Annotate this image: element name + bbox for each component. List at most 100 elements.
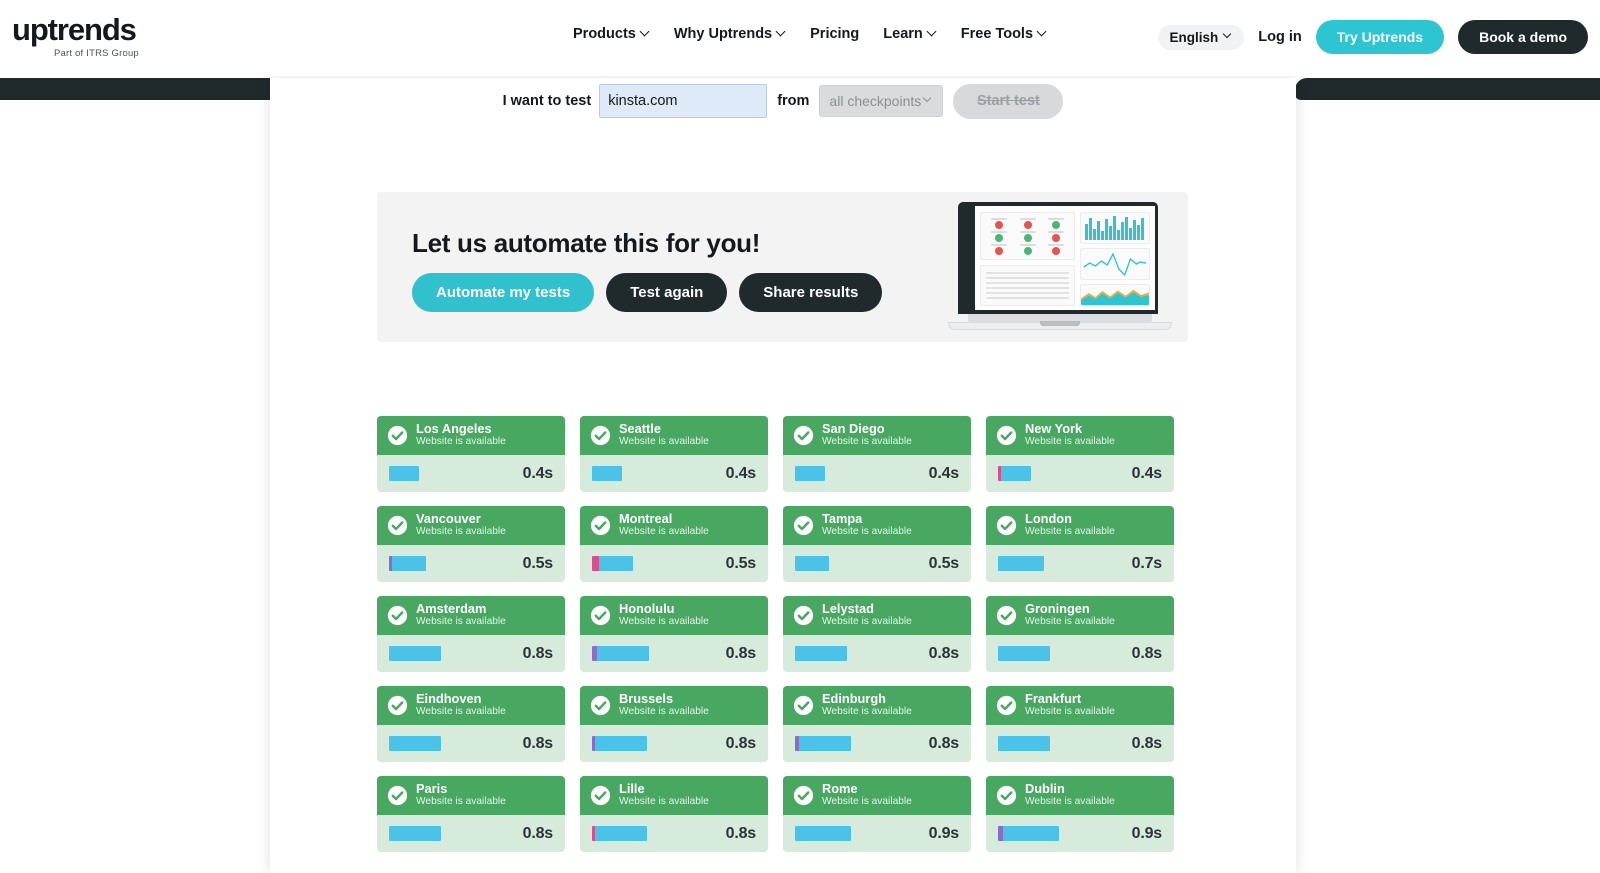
chevron-down-icon [1224,31,1233,40]
bar-segment-main [599,556,633,571]
checkpoint-card-header: Edinburgh Website is available [783,686,971,725]
checkpoint-card-header: San Diego Website is available [783,416,971,455]
checkpoint-city: Montreal [619,512,673,527]
checkpoint-card[interactable]: San Diego Website is available 0.4s [783,416,971,492]
logo-wordmark: uptrends [12,12,137,47]
check-circle-icon [996,605,1017,626]
checkpoint-select-value: all checkpoints [829,93,922,109]
checkpoint-card[interactable]: Paris Website is available 0.8s [377,776,565,852]
automate-my-tests-button[interactable]: Automate my tests [412,273,595,312]
checkpoint-status: Website is available [1025,436,1115,448]
load-time-value: 0.8s [928,644,960,662]
checkpoint-card-body: 0.8s [377,725,565,762]
chevron-down-icon [1038,28,1047,37]
nav-item-products[interactable]: Products [573,26,650,42]
checkpoint-card[interactable]: Edinburgh Website is available 0.8s [783,686,971,762]
load-time-value: 0.8s [725,734,757,752]
test-again-button[interactable]: Test again [606,273,728,312]
nav-label: Pricing [810,26,860,42]
check-circle-icon [793,785,814,806]
checkpoint-card[interactable]: Lelystad Website is available 0.8s [783,596,971,672]
area-chart-panel [1080,284,1150,306]
load-time-bar [592,466,622,481]
checkpoint-status: Website is available [1025,796,1115,808]
checkpoint-card-header: Groningen Website is available [986,596,1174,635]
checkpoint-card[interactable]: Eindhoven Website is available 0.8s [377,686,565,762]
check-circle-icon [590,695,611,716]
load-time-bar [795,466,825,481]
checkpoint-status: Website is available [416,616,506,628]
login-link[interactable]: Log in [1258,29,1302,45]
header-actions: English Log in Try Uptrends Book a demo [1158,20,1588,54]
url-input[interactable] [599,84,768,118]
load-time-bar [592,736,647,751]
try-uptrends-button[interactable]: Try Uptrends [1315,20,1445,54]
bar-segment-main [795,646,847,661]
load-time-bar [998,556,1044,571]
bar-segment-main [1001,466,1031,481]
bar-segment-main [998,556,1044,571]
nav-item-pricing[interactable]: Pricing [810,26,859,42]
checkpoint-city: Edinburgh [822,692,886,707]
start-test-button[interactable]: Start test [953,83,1064,119]
checkpoint-card-body: 0.5s [783,545,971,582]
checkpoint-city: London [1025,512,1072,527]
checkpoint-status: Website is available [822,436,912,448]
load-time-bar [998,466,1031,481]
checkpoint-city: Amsterdam [416,602,487,617]
checkpoint-card[interactable]: Brussels Website is available 0.8s [580,686,768,762]
checkpoint-card-body: 0.5s [377,545,565,582]
laptop-dashboard-illustration [942,198,1178,334]
checkpoint-card[interactable]: London Website is available 0.7s [986,506,1174,582]
book-demo-button[interactable]: Book a demo [1458,20,1588,54]
checkpoint-card[interactable]: Vancouver Website is available 0.5s [377,506,565,582]
load-time-bar [795,556,829,571]
checkpoint-card[interactable]: Dublin Website is available 0.9s [986,776,1174,852]
nav-item-free-tools[interactable]: Free Tools [961,26,1047,42]
checkpoint-card[interactable]: Frankfurt Website is available 0.8s [986,686,1174,762]
language-selector[interactable]: English [1158,24,1245,50]
checkpoint-city: Eindhoven [416,692,482,707]
checkpoint-card[interactable]: Rome Website is available 0.9s [783,776,971,852]
checkpoint-card[interactable]: New York Website is available 0.4s [986,416,1174,492]
checkpoint-card-header: New York Website is available [986,416,1174,455]
nav-item-why-uptrends[interactable]: Why Uptrends [674,26,786,42]
checkpoint-select[interactable]: all checkpoints [819,85,944,117]
checkpoint-card-body: 0.9s [986,815,1174,852]
load-time-bar [592,826,647,841]
load-time-bar [592,556,633,571]
checkpoint-city: Seattle [619,422,661,437]
checkpoint-card[interactable]: Seattle Website is available 0.4s [580,416,768,492]
checkpoint-status: Website is available [416,526,506,538]
bar-segment-main [799,736,851,751]
checkpoint-card-header: Tampa Website is available [783,506,971,545]
load-time-value: 0.4s [928,464,960,482]
check-circle-icon [387,425,408,446]
load-time-bar [389,466,419,481]
checkpoint-card[interactable]: Amsterdam Website is available 0.8s [377,596,565,672]
check-circle-icon [996,515,1017,536]
checkpoint-city: Vancouver [416,512,481,527]
bar-segment-main [392,556,426,571]
checkpoint-card[interactable]: Los Angeles Website is available 0.4s [377,416,565,492]
checkpoint-city: Honolulu [619,602,675,617]
checkpoint-status: Website is available [1025,706,1115,718]
checkpoint-card[interactable]: Groningen Website is available 0.8s [986,596,1174,672]
chevron-down-icon [924,95,933,104]
decorative-bar-right [1295,78,1600,100]
checkpoint-card[interactable]: Honolulu Website is available 0.8s [580,596,768,672]
chevron-down-icon [777,28,786,37]
language-label: English [1169,29,1219,45]
checkpoint-card[interactable]: Montreal Website is available 0.5s [580,506,768,582]
checkpoint-card[interactable]: Lille Website is available 0.8s [580,776,768,852]
checkpoint-card[interactable]: Tampa Website is available 0.5s [783,506,971,582]
checkpoint-status: Website is available [416,796,506,808]
share-results-button[interactable]: Share results [739,273,883,312]
load-time-bar [389,736,441,751]
bar-segment-main [389,466,419,481]
page-root: uptrends Part of ITRS Group Products Why… [0,0,1600,873]
logo[interactable]: uptrends Part of ITRS Group [12,14,139,59]
checkpoint-card-body: 0.4s [783,455,971,492]
bar-segment-lead [592,556,599,571]
nav-item-learn[interactable]: Learn [883,26,937,42]
